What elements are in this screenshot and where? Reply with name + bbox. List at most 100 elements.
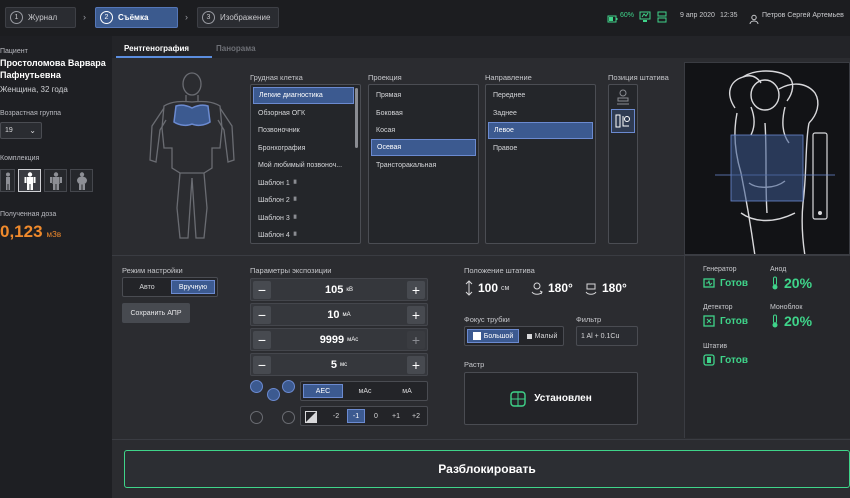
list-item[interactable]: Мой любимый позвоноч... [253,157,354,174]
ms-increase-button[interactable]: + [407,356,425,374]
list-item[interactable]: Косая [371,122,476,139]
list-item[interactable]: Легкие диагностика [253,87,354,104]
monoblock-value: 20% [784,313,813,329]
battery-level: 60% [620,12,635,19]
date: 9 апр 2020 [680,12,715,19]
chevron-right-icon: › [185,12,188,22]
kv-increase-button[interactable]: + [407,281,425,299]
density-option[interactable]: 0 [367,409,385,423]
mode-label: Режим настройки [122,266,183,275]
aec-chamber-center[interactable] [267,388,280,401]
tube-angle-value: 180° [548,281,573,295]
direction-list[interactable]: Переднее Заднее Левое Правое [485,84,596,244]
aec-mode-mas[interactable]: мАс [345,384,385,398]
aec-mode-aec[interactable]: AEC [303,384,343,398]
aec-chamber-right[interactable] [282,380,295,393]
density-option[interactable]: +1 [387,409,405,423]
step-number: 3 [202,11,215,24]
list-item[interactable]: Осевая [371,139,476,156]
save-apr-button[interactable]: Сохранить АПР [122,303,190,323]
list-item-label: Шаблон 3 [258,215,290,222]
list-item[interactable]: Левое [488,122,593,139]
mode-toggle: Авто Вручную [122,277,218,297]
focus-large-button[interactable]: Большой [467,329,519,343]
density-option[interactable]: -1 [347,409,365,423]
stand-position-list[interactable] [608,84,638,244]
list-item[interactable]: Бронхография [253,140,354,157]
density-option[interactable]: -2 [327,409,345,423]
step-image[interactable]: 3 Изображение [197,7,279,28]
grid-status-text: Установлен [534,393,592,404]
detector-icon [703,315,715,327]
stand-vertical-icon[interactable] [614,88,632,106]
kv-unit: кВ [346,286,353,293]
detector-angle[interactable]: 180° [584,280,627,296]
focus-small-label: Малый [534,332,558,340]
mas-unit: мАс [347,336,359,343]
list-item[interactable]: Позвоночник [253,122,354,139]
bookmark-icon: ▘ [293,180,300,188]
build-option-athletic[interactable] [44,169,67,192]
projection-list[interactable]: Прямая Боковая Косая Осевая Трансторакал… [368,84,479,244]
aec-chamber-bottom-left[interactable] [250,411,263,424]
scrollbar[interactable] [355,88,358,148]
ms-decrease-button[interactable]: − [253,356,271,374]
focus-large-icon [472,332,481,340]
mas-increase-button[interactable]: + [407,331,425,349]
stand-wall-icon[interactable] [611,109,635,133]
build-option-normal[interactable] [18,169,41,192]
body-figure[interactable] [142,68,242,243]
region-list-header: Грудная клетка [250,73,303,82]
tube-angle[interactable]: 180° [530,280,573,296]
aec-chamber-left[interactable] [250,380,263,393]
patient-info: Женщина, 32 года [0,85,68,94]
build-option-slim[interactable] [0,169,15,192]
list-item-template[interactable]: Шаблон 4 ▘ [253,227,354,243]
ma-decrease-button[interactable]: − [253,306,271,324]
detector-status: Готов [703,315,748,327]
build-option-heavy[interactable] [70,169,93,192]
list-item-template[interactable]: Шаблон 1 ▘ [253,175,354,192]
list-item[interactable]: Прямая [371,87,476,104]
user-name[interactable]: Петров Сергей Артемьев [762,12,850,19]
tab-panorama[interactable]: Панорама [216,44,256,53]
list-item[interactable]: Переднее [488,87,593,104]
ma-increase-button[interactable]: + [407,306,425,324]
patient-name-line2: Пафнутьевна [0,70,61,80]
stand-height[interactable]: 100 см [464,280,509,296]
grid-status: Установлен [464,372,638,425]
generator-icon [703,278,715,288]
aec-chamber-bottom-right[interactable] [282,411,295,424]
age-group-select[interactable]: 19 ⌄ [0,122,42,139]
thermometer-icon [772,276,778,290]
focus-small-button[interactable]: Малый [521,329,563,343]
region-list[interactable]: Легкие диагностика Обзорная ОГК Позвоноч… [250,84,361,244]
filter-select[interactable]: 1 Al + 0.1Cu [576,326,638,346]
kv-value: 105 кВ [273,279,405,300]
list-item[interactable]: Заднее [488,105,593,122]
generator-label: Генератор [703,266,737,273]
generator-status: Готов [703,277,748,289]
list-item-template[interactable]: Шаблон 2 ▘ [253,192,354,209]
kv-decrease-button[interactable]: − [253,281,271,299]
step-journal[interactable]: 1 Журнал [5,7,76,28]
list-item[interactable]: Боковая [371,105,476,122]
mas-decrease-button[interactable]: − [253,331,271,349]
stand-height-unit: см [501,284,510,292]
list-item[interactable]: Правое [488,140,593,157]
kv-number: 105 [325,283,344,296]
list-item-template[interactable]: Шаблон 3 ▘ [253,210,354,227]
aec-mode-ma[interactable]: мА [387,384,427,398]
mas-number: 9999 [319,333,345,346]
list-item[interactable]: Обзорная ОГК [253,105,354,122]
mode-manual-button[interactable]: Вручную [171,280,215,294]
density-option[interactable]: +2 [407,409,425,423]
step-exposure[interactable]: 2 Съёмка [95,7,178,28]
step-label: Журнал [28,13,58,22]
tab-radiography[interactable]: Рентгенография [124,44,189,53]
list-item[interactable]: Трансторакальная [371,157,476,174]
divider [112,439,850,440]
mode-auto-button[interactable]: Авто [125,280,169,294]
unlock-button[interactable]: Разблокировать [124,450,850,488]
height-arrows-icon [465,280,473,296]
